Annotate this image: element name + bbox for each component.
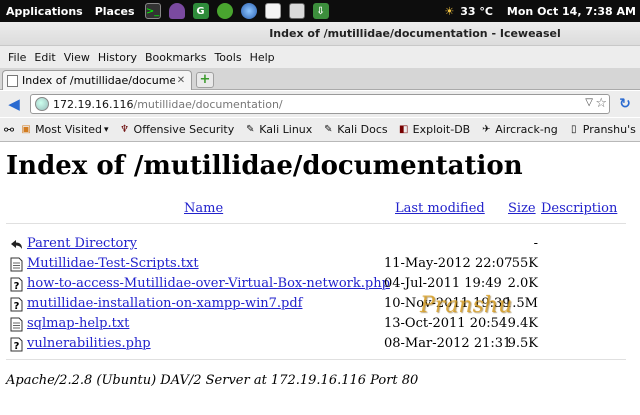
editor-launcher-icon[interactable] <box>264 3 281 19</box>
bookmarks-chain-icon: ⚯ <box>4 122 15 137</box>
file-size: 2.0K <box>507 276 538 291</box>
terminal-launcher-icon[interactable]: >_ <box>144 3 161 19</box>
new-tab-button[interactable]: + <box>196 72 214 88</box>
svg-text:?: ? <box>14 301 20 312</box>
file-row: ? vulnerabilities.php 08-Mar-2012 21:31 … <box>6 335 626 355</box>
tab-documentation[interactable]: Index of /mutillidae/documenta... ✕ <box>2 70 192 90</box>
browser-launcher-icon[interactable] <box>240 3 257 19</box>
back-button[interactable]: ◀ <box>2 93 26 115</box>
ghost-launcher-icon[interactable] <box>168 3 185 19</box>
applications-menu[interactable]: Applications <box>0 5 89 18</box>
file-link[interactable]: mutillidae-installation-on-xampp-win7.pd… <box>27 296 302 311</box>
file-size: 55K <box>511 256 538 271</box>
monitor-launcher-icon[interactable] <box>288 3 305 19</box>
page-icon: ▯ <box>570 123 577 135</box>
reload-button[interactable]: ↻ <box>616 95 634 113</box>
package-launcher-icon[interactable]: G <box>192 3 209 19</box>
window-title: Index of /mutillidae/documentation - Ice… <box>269 27 561 40</box>
url-text[interactable]: 172.19.16.116/mutillidae/documentation/ <box>53 98 283 111</box>
sort-by-last-modified-link[interactable]: Last modified <box>395 201 485 216</box>
page-content: Index of /mutillidae/documentation Name … <box>0 143 640 415</box>
page-icon <box>7 74 18 87</box>
server-signature: Apache/2.2.8 (Ubuntu) DAV/2 Server at 17… <box>6 373 419 388</box>
navigation-bar: ◀ 172.19.16.116/mutillidae/documentation… <box>0 91 640 117</box>
unknown-file-icon: ? <box>10 277 23 292</box>
file-size: 9.4K <box>507 316 538 331</box>
menu-view[interactable]: View <box>60 51 94 64</box>
tab-label: Index of /mutillidae/documenta... <box>22 74 175 87</box>
dragon-icon: ♆ <box>120 123 130 135</box>
kali-icon: ✎ <box>324 123 333 135</box>
menu-bookmarks[interactable]: Bookmarks <box>141 51 210 64</box>
file-date: 11-May-2012 22:07 <box>384 256 513 271</box>
bookmark-offensive-security[interactable]: ♆ Offensive Security <box>119 123 234 136</box>
file-date: 04-Jul-2011 19:49 <box>384 276 502 291</box>
file-date: 13-Oct-2011 20:54 <box>384 316 508 331</box>
menubar: File Edit View History Bookmarks Tools H… <box>0 46 640 68</box>
download-launcher-icon[interactable]: ⇩ <box>312 3 329 19</box>
bookmark-kali-linux[interactable]: ✎ Kali Linux <box>244 123 312 136</box>
file-link[interactable]: vulnerabilities.php <box>27 336 151 351</box>
text-file-icon <box>10 257 23 272</box>
file-row: Mutillidae-Test-Scripts.txt 11-May-2012 … <box>6 255 626 275</box>
window-titlebar[interactable]: Index of /mutillidae/documentation - Ice… <box>0 22 640 46</box>
sort-by-name-link[interactable]: Name <box>184 201 223 216</box>
sort-by-description-link[interactable]: Description <box>541 201 617 216</box>
file-link[interactable]: sqlmap-help.txt <box>27 316 129 331</box>
panel-status-area: ☀ 33 °C Mon Oct 14, 7:38 AM <box>444 0 636 22</box>
menu-tools[interactable]: Tools <box>210 51 245 64</box>
places-menu[interactable]: Places <box>89 5 141 18</box>
sort-by-size-link[interactable]: Size <box>508 201 536 216</box>
menu-file[interactable]: File <box>4 51 30 64</box>
file-date: 08-Mar-2012 21:31 <box>384 336 512 351</box>
bookmark-pranshu-research[interactable]: ▯Pranshu's Resear <box>568 123 640 136</box>
divider <box>6 359 626 360</box>
menu-help[interactable]: Help <box>246 51 279 64</box>
tab-strip: Index of /mutillidae/documenta... ✕ + <box>0 68 640 90</box>
clock[interactable]: Mon Oct 14, 7:38 AM <box>507 5 636 18</box>
file-row: ? mutillidae-installation-on-xampp-win7.… <box>6 295 626 315</box>
file-size: - <box>533 236 538 251</box>
close-tab-icon[interactable]: ✕ <box>175 75 187 87</box>
menu-history[interactable]: History <box>94 51 141 64</box>
url-host: 172.19.16.116 <box>53 97 134 111</box>
bookmark-most-visited[interactable]: ▣ Most Visited ▾ <box>20 123 108 136</box>
aircrack-icon: ✈ <box>482 123 491 135</box>
weather-icon: ☀ <box>444 4 455 18</box>
folder-icon: ▣ <box>21 123 31 135</box>
bookmark-aircrack-ng[interactable]: ✈ Aircrack-ng <box>480 123 558 136</box>
bookmark-star-icon[interactable]: ☆ <box>595 96 607 111</box>
unknown-file-icon: ? <box>10 297 23 312</box>
kali-icon: ✎ <box>246 123 255 135</box>
back-arrow-icon <box>11 240 22 249</box>
bookmark-exploit-db[interactable]: ◧ Exploit-DB <box>398 123 470 136</box>
file-link[interactable]: how-to-access-Mutillidae-over-Virtual-Bo… <box>27 276 390 291</box>
url-bar[interactable]: 172.19.16.116/mutillidae/documentation/ … <box>30 94 610 114</box>
url-history-dropdown-icon[interactable]: ▽ <box>585 97 593 108</box>
text-file-icon <box>10 317 23 332</box>
svg-text:?: ? <box>14 281 20 292</box>
site-identity-icon[interactable] <box>35 97 49 111</box>
parent-directory-link[interactable]: Parent Directory <box>27 236 137 251</box>
file-row: sqlmap-help.txt 13-Oct-2011 20:54 9.4K <box>6 315 626 335</box>
unknown-file-icon: ? <box>10 337 23 352</box>
exploit-db-icon: ◧ <box>398 123 409 135</box>
bookmark-kali-docs[interactable]: ✎ Kali Docs <box>322 123 388 136</box>
file-link[interactable]: Mutillidae-Test-Scripts.txt <box>27 256 199 271</box>
menu-edit[interactable]: Edit <box>30 51 59 64</box>
divider <box>6 223 626 224</box>
file-row: ? how-to-access-Mutillidae-over-Virtual-… <box>6 275 626 295</box>
leaf-launcher-icon[interactable] <box>216 3 233 19</box>
url-path: /mutillidae/documentation/ <box>133 97 283 111</box>
page-title: Index of /mutillidae/documentation <box>6 151 523 181</box>
bookmarks-toolbar: ⚯ ▣ Most Visited ▾ ♆ Offensive Security ✎ Ka… <box>0 118 640 142</box>
watermark: Pranshu <box>420 293 513 318</box>
svg-text:?: ? <box>14 341 20 352</box>
file-size: 9.5K <box>507 336 538 351</box>
parent-directory-row: Parent Directory - <box>6 235 626 255</box>
top-panel: Applications Places >_ G ⇩ ☀ 33 °C Mon O… <box>0 0 640 22</box>
weather-temperature[interactable]: 33 °C <box>460 5 493 18</box>
